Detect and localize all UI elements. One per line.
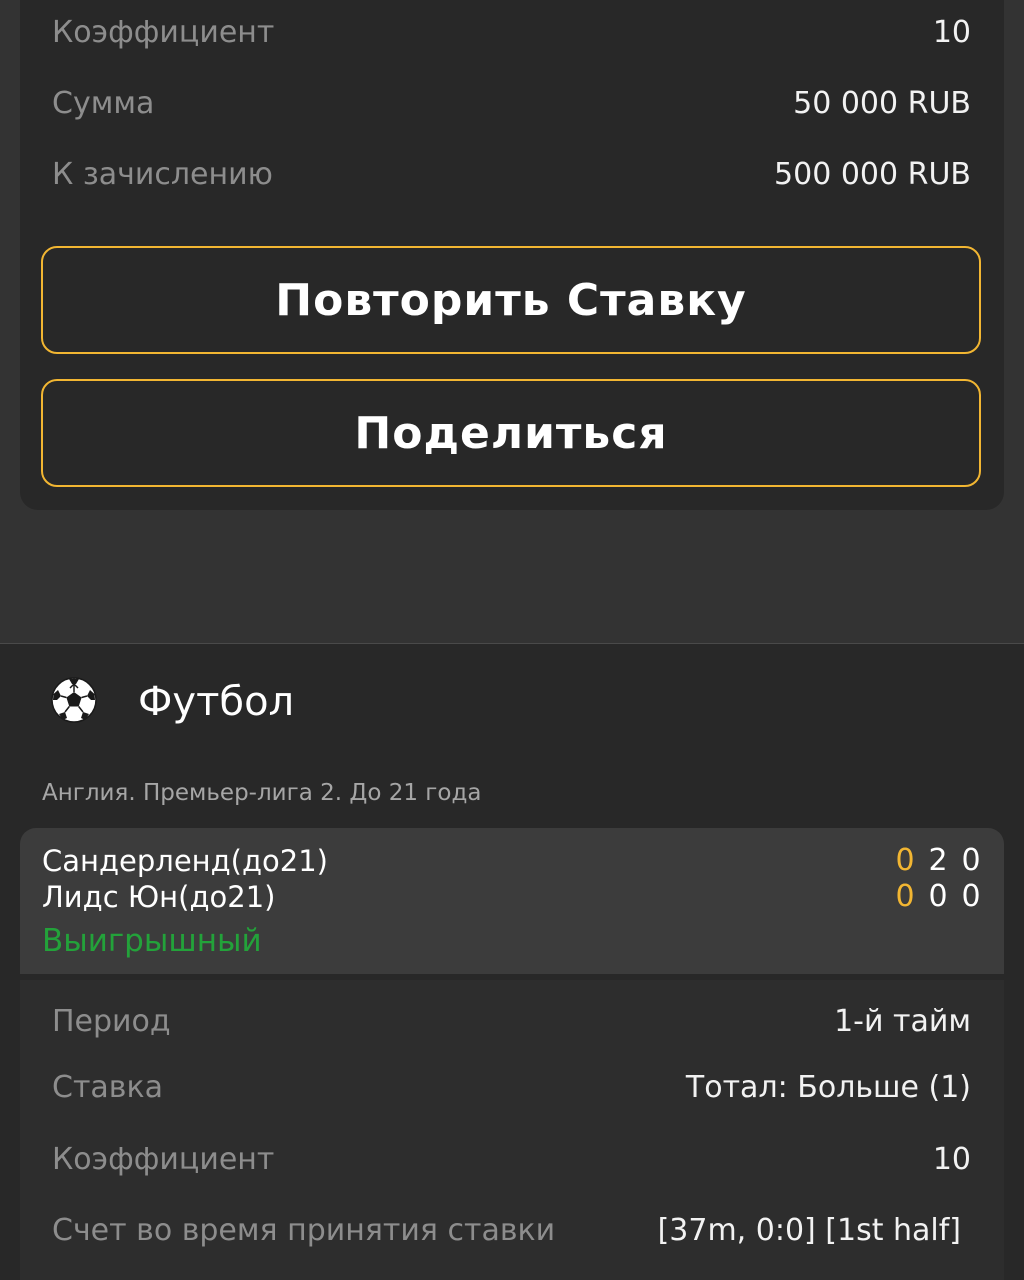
repeat-bet-button[interactable]: Повторить Ставку bbox=[41, 246, 981, 354]
coefficient-value: 10 bbox=[932, 15, 971, 50]
coefficient-label: Коэффициент bbox=[52, 15, 275, 50]
payout-value: 500 000 RUB bbox=[774, 157, 971, 192]
score-at-bet-value: [37m, 0:0] [1st half] bbox=[657, 1213, 961, 1248]
home-score-half1: 2 bbox=[928, 843, 948, 878]
bet-value: Тотал: Больше (1) bbox=[685, 1070, 971, 1105]
home-score-half2: 0 bbox=[961, 843, 981, 878]
away-team-name: Лидс Юн(до21) bbox=[42, 880, 276, 914]
detail-coefficient-value: 10 bbox=[932, 1142, 971, 1177]
amount-label: Сумма bbox=[52, 86, 155, 121]
share-button[interactable]: Поделиться bbox=[41, 379, 981, 487]
bet-status: Выигрышный bbox=[42, 923, 262, 959]
period-label: Период bbox=[52, 1004, 171, 1039]
payout-label: К зачислению bbox=[52, 157, 273, 192]
score-at-bet-label: Счет во время принятия ставки bbox=[52, 1213, 556, 1248]
away-score-half2: 0 bbox=[961, 879, 981, 914]
period-value: 1-й тайм bbox=[834, 1004, 971, 1039]
detail-coefficient-label: Коэффициент bbox=[52, 1142, 275, 1177]
sport-title: Футбол bbox=[138, 679, 295, 725]
home-team-name: Сандерленд(до21) bbox=[42, 844, 328, 878]
away-score-current: 0 bbox=[895, 879, 915, 914]
amount-value: 50 000 RUB bbox=[793, 86, 971, 121]
bet-label: Ставка bbox=[52, 1070, 163, 1105]
league-name: Англия. Премьер-лига 2. До 21 года bbox=[42, 780, 482, 806]
away-score-half1: 0 bbox=[928, 879, 948, 914]
home-score-current: 0 bbox=[895, 843, 915, 878]
soccer-ball-icon bbox=[51, 677, 97, 723]
